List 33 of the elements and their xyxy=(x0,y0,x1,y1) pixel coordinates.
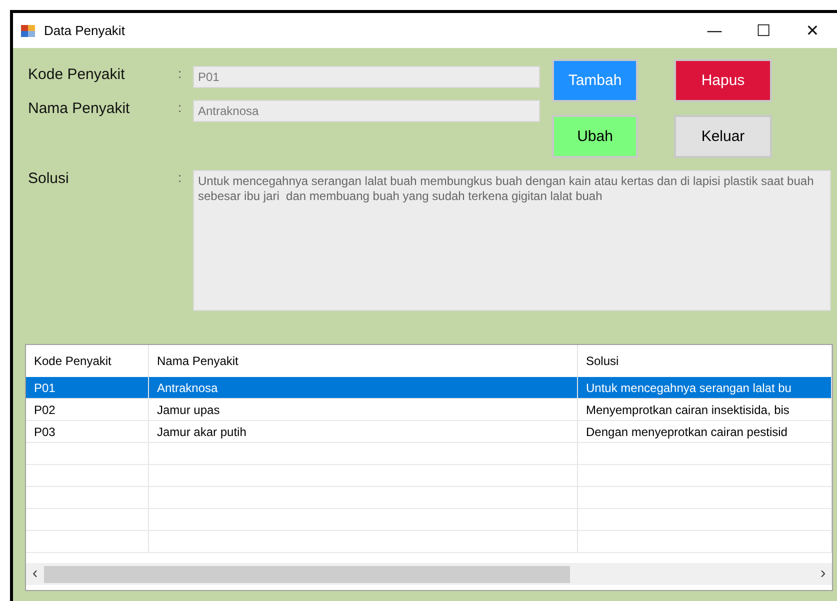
action-button[interactable]: Ubah xyxy=(552,115,638,158)
text-field[interactable]: P01 xyxy=(193,66,540,88)
close-button[interactable]: ✕ xyxy=(788,14,837,46)
table-cell: Jamur akar putih xyxy=(149,421,578,442)
colon: : xyxy=(178,66,183,81)
table-cell: P03 xyxy=(26,421,149,442)
scroll-right-button[interactable]: › xyxy=(814,565,832,583)
colon: : xyxy=(178,170,183,185)
text-area[interactable]: Untuk mencegahnya serangan lalat buah membungkus buah dengan kain atau kertas dan di lapisi plastik saat buah sebesar ibu jari dan membuang buah yang sudah terkena gigitan lalat buah xyxy=(193,170,831,311)
field-label: Nama Penyakit xyxy=(28,100,131,117)
scroll-left-button[interactable]: ‹ xyxy=(26,565,44,583)
action-button[interactable]: Hapus xyxy=(674,59,772,102)
table-cell: Antraknosa xyxy=(149,377,578,398)
action-button[interactable]: Keluar xyxy=(674,115,772,158)
table-cell: Menyemprotkan cairan insektisida, bis xyxy=(578,399,832,420)
table-cell: P01 xyxy=(26,377,149,398)
field-label: Solusi xyxy=(28,170,70,187)
table-row[interactable]: P03 Jamur akar putih Dengan menyeprotkan cairan pestisid xyxy=(26,421,832,443)
table-cell: Untuk mencegahnya serangan lalat bu xyxy=(578,377,832,398)
app-icon xyxy=(20,22,36,38)
minimize-button[interactable]: — xyxy=(690,14,739,46)
colon: : xyxy=(178,100,183,115)
table-cell: Jamur upas xyxy=(149,399,578,420)
table-row[interactable]: P01 Antraknosa Untuk mencegahnya serangan lalat bu xyxy=(26,377,832,399)
table-cell: P02 xyxy=(26,399,149,420)
scroll-thumb[interactable] xyxy=(44,566,570,582)
table-cell: Dengan menyeprotkan cairan pestisid xyxy=(578,421,832,442)
table-row[interactable]: P02 Jamur upas Menyemprotkan cairan insektisida, bis xyxy=(26,399,832,421)
field-label: Kode Penyakit xyxy=(28,66,126,83)
horizontal-scrollbar[interactable]: ‹ › xyxy=(26,563,832,585)
window-title: Data Penyakit xyxy=(44,23,125,38)
text-field[interactable]: Antraknosa xyxy=(193,100,540,122)
maximize-button[interactable]: ☐ xyxy=(739,14,788,46)
